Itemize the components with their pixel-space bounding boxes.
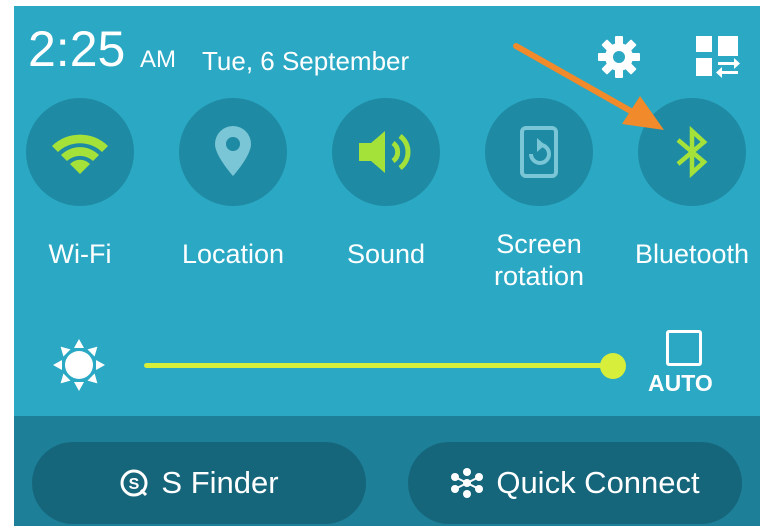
status-bar: 2:25 AM Tue, 6 September — [28, 18, 748, 78]
wifi-icon — [52, 134, 108, 174]
gear-icon[interactable] — [596, 34, 642, 80]
speaker-icon — [359, 131, 411, 173]
svg-text:S: S — [129, 476, 140, 493]
bluetooth-icon — [676, 125, 708, 179]
screen-rotation-icon — [520, 126, 558, 178]
quick-connect-label: Quick Connect — [496, 465, 700, 500]
brightness-slider-track[interactable] — [144, 363, 614, 368]
screen-rotation-label: Screen rotation — [493, 229, 585, 291]
s-finder-button[interactable]: S S Finder — [32, 442, 366, 524]
quick-connect-icon — [451, 468, 484, 498]
brightness-row: AUTO — [14, 316, 760, 406]
brightness-slider-thumb[interactable] — [600, 353, 626, 379]
wifi-label: Wi-Fi — [48, 239, 112, 269]
clock-time: 2:25 — [28, 21, 126, 77]
clock-ampm: AM — [140, 46, 176, 73]
s-finder-label: S Finder — [161, 465, 279, 500]
quick-settings-panel: 2:25 AM Tue, 6 September Wi-Fi Location … — [14, 6, 760, 526]
sound-toggle[interactable] — [332, 98, 440, 206]
bluetooth-toggle[interactable] — [638, 98, 746, 206]
quick-connect-button[interactable]: Quick Connect — [408, 442, 742, 524]
auto-brightness-checkbox[interactable] — [666, 330, 702, 366]
location-pin-icon — [215, 126, 251, 176]
bluetooth-label: Bluetooth — [634, 239, 750, 269]
wifi-toggle[interactable] — [26, 98, 134, 206]
s-finder-icon: S — [120, 469, 148, 497]
bottom-actions: S S Finder Quick Connect — [14, 416, 760, 526]
location-toggle[interactable] — [179, 98, 287, 206]
auto-brightness-label: AUTO — [648, 370, 713, 396]
grid-toggle-icon[interactable] — [694, 34, 740, 80]
location-label: Location — [181, 239, 285, 269]
screen-rotation-toggle[interactable] — [485, 98, 593, 206]
sound-label: Sound — [346, 239, 426, 269]
brightness-sun-icon — [53, 339, 105, 391]
date-label: Tue, 6 September — [202, 46, 410, 76]
